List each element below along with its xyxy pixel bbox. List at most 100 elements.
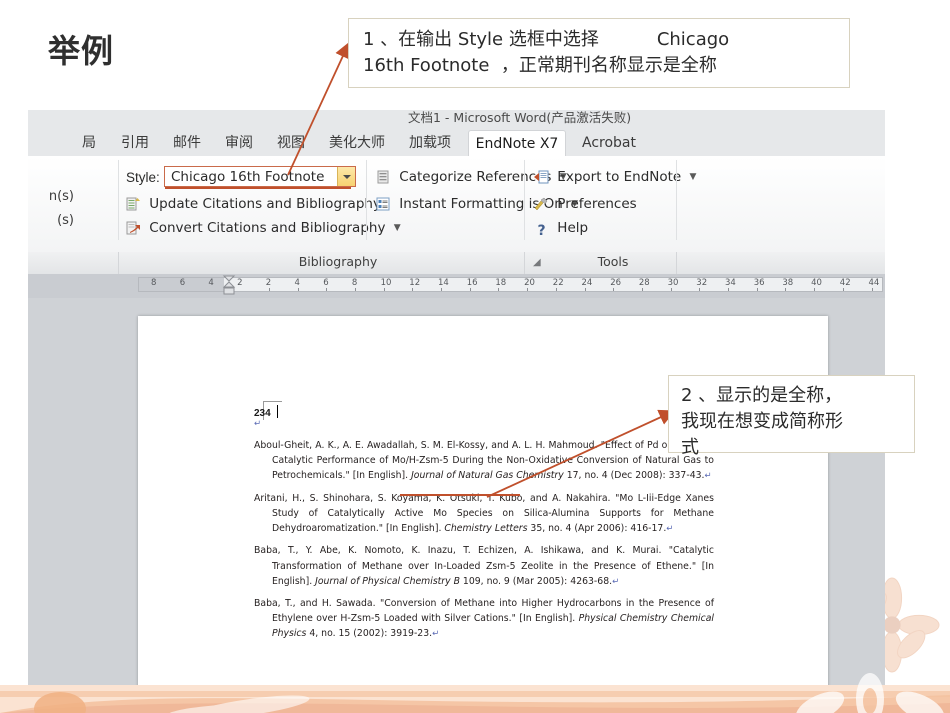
reference-text: 109, no. 9 (Mar 2005): 4263-68. xyxy=(459,575,613,587)
ribbon-tab-5[interactable]: 美化大师 xyxy=(322,131,392,156)
ruler-tab-stop xyxy=(699,288,701,291)
ruler-tab-stop xyxy=(584,288,586,291)
paragraph-mark: ↵ xyxy=(254,419,262,429)
journal-title: Journal of Physical Chemistry B xyxy=(315,575,460,587)
ribbon-tab-7[interactable]: EndNote X7 xyxy=(468,130,566,158)
callout-1-line-2: 16th Footnote ，正常期刊名称显示是全称 xyxy=(363,55,717,77)
style-label: Style: xyxy=(126,170,160,185)
export-to-endnote-icon xyxy=(534,170,549,184)
ruler-tick: 44 xyxy=(868,278,880,288)
export-to-endnote-label: Export to EndNote xyxy=(557,169,682,185)
ribbon-group-divider xyxy=(366,160,367,240)
ruler-tick: 26 xyxy=(610,278,622,288)
ruler-tab-stop xyxy=(613,288,615,291)
ruler-tab-stop xyxy=(412,288,414,291)
window-title: 文档1 - Microsoft Word(产品激活失败) xyxy=(408,110,632,125)
chevron-down-icon[interactable]: ▼ xyxy=(690,172,697,182)
ruler-tick: 2 xyxy=(265,278,272,288)
ribbon-tab-3[interactable]: 审阅 xyxy=(218,131,260,156)
callout-2-line-1: 2 、显示的是全称， xyxy=(681,385,843,406)
indent-marker[interactable] xyxy=(222,275,236,296)
caption-divider xyxy=(118,252,119,274)
bibliography-entry[interactable]: Aboul-Gheit, A. K., A. E. Awadallah, S. … xyxy=(254,438,714,484)
group-caption-tools: Tools xyxy=(597,254,629,269)
ruler-tick: 42 xyxy=(839,278,851,288)
help-button[interactable]: ? Help xyxy=(534,220,588,239)
ruler-tick: 6 xyxy=(323,278,329,288)
ribbon-tab-6[interactable]: 加载项 xyxy=(402,131,458,156)
bibliography-text[interactable]: ↵ Aboul-Gheit, A. K., A. E. Awadallah, S.… xyxy=(254,416,714,649)
ribbon-group-divider xyxy=(676,160,677,240)
ribbon-tab-4[interactable]: 视图 xyxy=(270,131,312,156)
help-label: Help xyxy=(557,220,589,236)
caption-divider xyxy=(524,252,525,274)
convert-citations-button[interactable]: Convert Citations and Bibliography ▼ xyxy=(126,220,401,236)
convert-citations-icon xyxy=(126,221,141,235)
ruler-tick: 34 xyxy=(725,278,736,288)
chevron-down-icon[interactable] xyxy=(337,167,355,186)
ribbon-group-caption-bar: Bibliography Tools ◢ xyxy=(28,252,885,275)
update-citations-button[interactable]: Update Citations and Bibliography xyxy=(126,196,381,212)
chevron-down-icon[interactable]: ▼ xyxy=(394,223,401,233)
ruler-tick: 18 xyxy=(495,278,507,288)
ruler-tab-stop xyxy=(670,288,672,291)
reference-text: 35, no. 4 (Apr 2006): 416-17. xyxy=(527,522,667,534)
callout-box-1: 1 、在输出 Style 选框中选择 Chicago 16th Footnote … xyxy=(348,18,850,88)
ribbon-tab-8[interactable]: Acrobat xyxy=(572,131,646,156)
ruler-tick: 4 xyxy=(294,278,300,288)
ribbon-content: n(s) (s) Style: Chicago 16th Footnote Up… xyxy=(28,156,885,253)
ruler-tab-stop xyxy=(842,288,844,291)
bibliography-entry[interactable]: Aritani, H., S. Shinohara, S. Koyama, K.… xyxy=(254,491,714,537)
ruler-tick: 36 xyxy=(753,278,765,288)
blank-paragraph: ↵ xyxy=(254,416,714,432)
document-page[interactable]: 234 ↵ Aboul-Gheit, A. K., A. E. Awadallah… xyxy=(138,316,828,690)
export-to-endnote-button[interactable]: Export to EndNote ▼ xyxy=(534,169,696,185)
bibliography-entry[interactable]: Baba, T., Y. Abe, K. Nomoto, K. Inazu, T… xyxy=(254,543,714,589)
callout-2-line-3: 式 xyxy=(681,437,699,459)
page-title: 举例 xyxy=(48,32,115,70)
ruler-tab-stop xyxy=(441,288,442,291)
ruler-tick: 4 xyxy=(208,278,214,288)
ruler-tick: 8 xyxy=(151,278,157,288)
journal-name-underline xyxy=(400,494,520,496)
preferences-button[interactable]: Preferences xyxy=(534,196,637,212)
ribbon-tab-1[interactable]: 引用 xyxy=(114,131,156,156)
ruler-tick: 16 xyxy=(466,278,478,288)
ruler-tick: 22 xyxy=(552,278,564,288)
ruler-tick: 32 xyxy=(696,278,708,288)
footer-decoration xyxy=(0,673,950,713)
ribbon-tab-2[interactable]: 邮件 xyxy=(166,131,208,156)
paragraph-mark: ↵ xyxy=(666,523,674,534)
reference-text: 4, no. 15 (2002): 3919-23. xyxy=(306,628,433,640)
ruler-tab-stop xyxy=(555,288,557,291)
horizontal-ruler[interactable]: 8 6 4 2 2 4 6 8 10 12 14 16 18 20 22 24 26 28 30 32 34 36 38 40… xyxy=(138,275,883,295)
ruler-tick: 28 xyxy=(638,278,650,288)
ribbon-group-divider xyxy=(524,160,525,240)
ghost-label-notes: (s) xyxy=(57,213,74,228)
ribbon-tab-0[interactable]: 局 xyxy=(74,131,104,156)
categorize-references-icon xyxy=(376,170,391,184)
ruler-tab-stop xyxy=(728,288,729,291)
ruler-tab-stop xyxy=(354,288,356,291)
callout-1-line-1: 1 、在输出 Style 选框中选择 Chicago xyxy=(363,29,730,50)
paragraph-mark: ↵ xyxy=(612,576,620,587)
style-combobox[interactable]: Chicago 16th Footnote xyxy=(164,166,356,187)
instant-formatting-icon xyxy=(376,197,391,211)
convert-citations-label: Convert Citations and Bibliography xyxy=(149,220,386,236)
ribbon-group-divider xyxy=(118,160,119,240)
ruler-tab-stop xyxy=(326,288,328,291)
ruler-tab-stop xyxy=(469,288,471,291)
update-citations-icon xyxy=(126,197,141,211)
callout-2-line-2: 我现在想变成简称形 xyxy=(681,411,843,433)
ruler-tab-stop xyxy=(527,288,529,291)
bibliography-entry[interactable]: Baba, T., and H. Sawada. "Conversion of … xyxy=(254,596,714,642)
style-highlight-underline xyxy=(165,187,351,189)
paragraph-mark: ↵ xyxy=(432,629,440,640)
group-caption-bibliography: Bibliography xyxy=(298,254,378,269)
style-combobox-value: Chicago 16th Footnote xyxy=(171,169,325,185)
dialog-launcher-icon[interactable]: ◢ xyxy=(533,257,541,268)
ruler-tick: 14 xyxy=(438,278,449,288)
ruler-tab-stop xyxy=(297,288,299,291)
ribbon-tab-bar: 局引用 邮件 审阅 视图 美化大师 加载项 EndNote X7 Acrobat xyxy=(28,128,885,158)
preferences-label: Preferences xyxy=(557,196,637,212)
